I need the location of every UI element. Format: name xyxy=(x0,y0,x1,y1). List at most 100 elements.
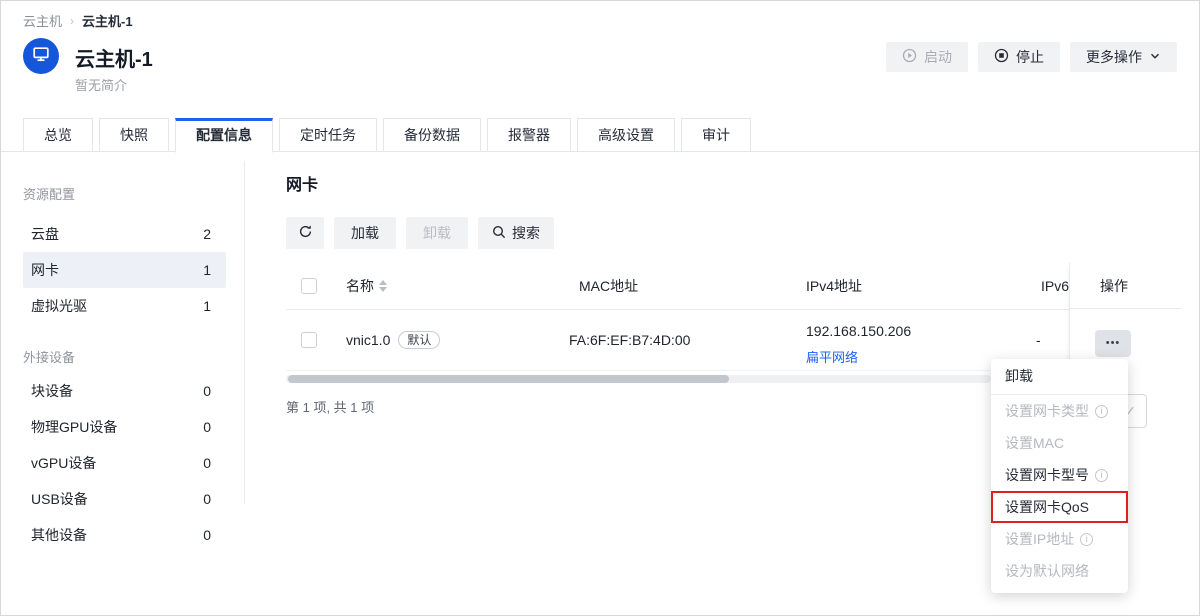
menu-item-unload[interactable]: 卸载 xyxy=(991,359,1128,394)
breadcrumb-separator-icon: › xyxy=(70,14,74,28)
more-actions-button[interactable]: 更多操作 xyxy=(1070,42,1177,72)
sidebar-item-vgpu[interactable]: vGPU设备 0 xyxy=(23,445,226,481)
row-actions-button[interactable]: ••• xyxy=(1095,330,1131,357)
network-link[interactable]: 扁平网络 xyxy=(806,347,911,366)
menu-item-set-ip-address[interactable]: 设置IP地址 i xyxy=(991,523,1128,555)
sidebar-item-other-device[interactable]: 其他设备 0 xyxy=(23,517,226,553)
sidebar-item-count: 0 xyxy=(203,455,211,471)
sidebar-item-label: USB设备 xyxy=(31,489,88,509)
sidebar-item-label: 其他设备 xyxy=(31,525,87,545)
menu-item-set-nic-model[interactable]: 设置网卡型号 i xyxy=(991,459,1128,491)
column-header-ipv4: IPv4地址 xyxy=(806,263,862,309)
info-icon: i xyxy=(1095,469,1108,482)
column-header-mac: MAC地址 xyxy=(579,263,638,309)
refresh-button[interactable] xyxy=(286,217,324,249)
tab-overview[interactable]: 总览 xyxy=(23,118,93,152)
refresh-icon xyxy=(298,224,313,242)
pagination-info: 第 1 项, 共 1 项 xyxy=(286,397,374,416)
menu-item-set-mac[interactable]: 设置MAC xyxy=(991,427,1128,459)
page-subtitle: 暂无简介 xyxy=(75,75,127,94)
sidebar-item-count: 2 xyxy=(203,226,211,242)
sidebar-item-count: 0 xyxy=(203,527,211,543)
vm-avatar xyxy=(23,38,59,74)
menu-item-label: 设置网卡QoS xyxy=(1005,491,1089,523)
tab-advanced-settings[interactable]: 高级设置 xyxy=(577,118,675,152)
info-icon: i xyxy=(1095,405,1108,418)
operations-column: 操作 ••• xyxy=(1069,263,1181,371)
sidebar-item-count: 0 xyxy=(203,419,211,435)
search-icon xyxy=(492,225,506,242)
column-header-name[interactable]: 名称 xyxy=(346,263,387,309)
sidebar-section-resource-config: 资源配置 xyxy=(23,184,75,203)
sidebar-item-count: 1 xyxy=(203,262,211,278)
chevron-down-icon xyxy=(1149,49,1161,65)
sidebar-item-label: 云盘 xyxy=(31,224,59,244)
row-checkbox[interactable] xyxy=(301,332,317,348)
sidebar-item-count: 0 xyxy=(203,491,211,507)
column-header-operations: 操作 xyxy=(1070,263,1181,309)
ipv4-address: 192.168.150.206 xyxy=(806,323,911,339)
tab-backup-data[interactable]: 备份数据 xyxy=(383,118,481,152)
menu-item-set-nic-type[interactable]: 设置网卡类型 i xyxy=(991,395,1128,427)
horizontal-scrollbar[interactable] xyxy=(286,375,991,383)
tab-snapshot[interactable]: 快照 xyxy=(99,118,169,152)
unload-button[interactable]: 卸载 xyxy=(406,217,468,249)
tab-scheduled-tasks[interactable]: 定时任务 xyxy=(279,118,377,152)
breadcrumb-item-vm-list[interactable]: 云主机 xyxy=(23,11,62,30)
sort-icon[interactable] xyxy=(379,280,387,292)
sidebar-item-label: 块设备 xyxy=(31,381,73,401)
breadcrumb: 云主机 › 云主机-1 xyxy=(23,11,133,30)
nic-name: vnic1.0 xyxy=(346,332,390,348)
sidebar-item-label: 网卡 xyxy=(31,260,59,280)
ipv4-cell: 192.168.150.206 扁平网络 xyxy=(806,323,911,366)
menu-item-set-nic-qos[interactable]: 设置网卡QoS xyxy=(991,491,1128,523)
column-header-ipv6: IPv6地址 xyxy=(1041,263,1069,309)
mac-address: FA:6F:EF:B7:4D:00 xyxy=(569,309,690,371)
sidebar-item-nic[interactable]: 网卡 1 xyxy=(23,252,226,288)
table-row-divider xyxy=(286,370,1069,371)
unload-label: 卸载 xyxy=(423,223,451,243)
sidebar-item-label: vGPU设备 xyxy=(31,453,96,473)
select-all-checkbox[interactable] xyxy=(301,278,317,294)
stop-label: 停止 xyxy=(1016,47,1044,67)
sidebar-item-cloud-disk[interactable]: 云盘 2 xyxy=(23,216,226,252)
column-header-name-label: 名称 xyxy=(346,276,374,296)
menu-item-label: 设置MAC xyxy=(1005,427,1064,459)
search-button[interactable]: 搜索 xyxy=(478,217,554,249)
sidebar-item-block-device[interactable]: 块设备 0 xyxy=(23,373,226,409)
sidebar-item-virtual-cdrom[interactable]: 虚拟光驱 1 xyxy=(23,288,226,324)
row-checkbox-cell xyxy=(301,309,317,371)
tab-config-info[interactable]: 配置信息 xyxy=(175,118,273,153)
more-dots-icon: ••• xyxy=(1106,337,1121,349)
info-icon: i xyxy=(1080,533,1093,546)
sidebar-item-physical-gpu[interactable]: 物理GPU设备 0 xyxy=(23,409,226,445)
menu-item-label: 设置网卡类型 xyxy=(1005,395,1089,427)
sidebar-item-label: 虚拟光驱 xyxy=(31,296,87,316)
scrollbar-thumb[interactable] xyxy=(288,375,729,383)
sidebar-item-usb[interactable]: USB设备 0 xyxy=(23,481,226,517)
tab-audit[interactable]: 审计 xyxy=(681,118,751,152)
play-circle-icon xyxy=(902,48,917,66)
tab-bar: 总览 快照 配置信息 定时任务 备份数据 报警器 高级设置 审计 xyxy=(23,118,751,153)
page-title: 云主机-1 xyxy=(75,43,153,72)
nic-toolbar: 加载 卸载 搜索 xyxy=(286,217,554,249)
load-button[interactable]: 加载 xyxy=(334,217,396,249)
more-actions-label: 更多操作 xyxy=(1086,47,1142,67)
sidebar-section-external-devices: 外接设备 xyxy=(23,347,75,366)
sidebar-item-count: 1 xyxy=(203,298,211,314)
default-badge: 默认 xyxy=(398,331,440,349)
menu-item-label: 卸载 xyxy=(1005,359,1033,394)
monitor-icon xyxy=(31,44,51,69)
tab-alarms[interactable]: 报警器 xyxy=(487,118,571,152)
sidebar-item-label: 物理GPU设备 xyxy=(31,417,117,437)
actions-menu: 卸载 设置网卡类型 i 设置MAC 设置网卡型号 i 设置网卡QoS 设置IP地… xyxy=(991,359,1128,593)
sidebar-divider xyxy=(244,161,245,504)
start-button[interactable]: 启动 xyxy=(886,42,968,72)
nic-table: 名称 MAC地址 IPv4地址 IPv6地址 vnic1.0 默认 FA:6F:… xyxy=(286,263,1181,371)
menu-item-set-default-network[interactable]: 设为默认网络 xyxy=(991,555,1128,587)
nic-name-cell: vnic1.0 默认 xyxy=(346,309,440,371)
start-label: 启动 xyxy=(924,47,952,67)
stop-button[interactable]: 停止 xyxy=(978,42,1060,72)
header-actions: 启动 停止 更多操作 xyxy=(886,42,1177,72)
sidebar-item-count: 0 xyxy=(203,383,211,399)
